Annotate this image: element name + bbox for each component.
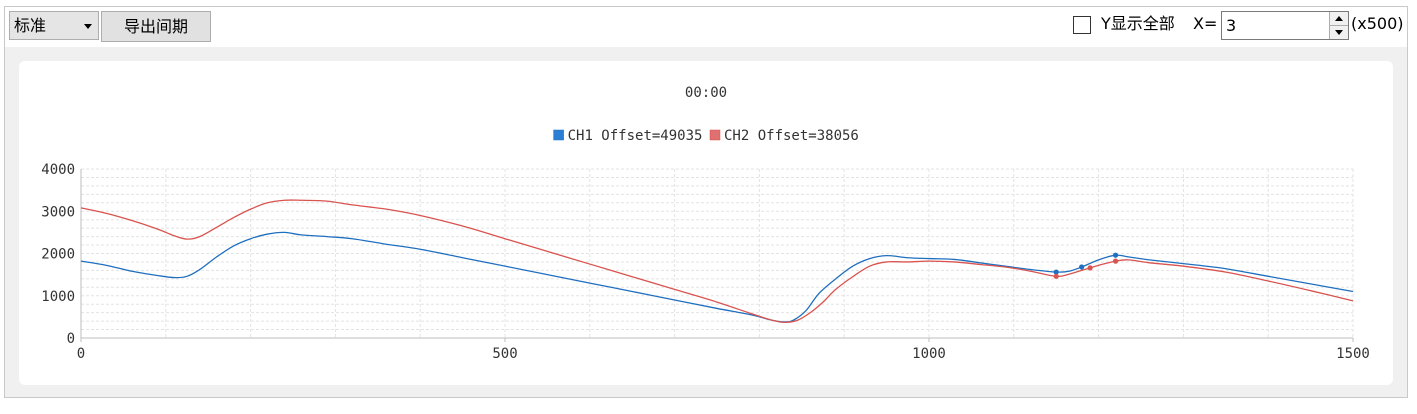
chart-panel: 00:00 CH1 Offset=49035 CH2 Offset=38056 0… [19, 61, 1393, 385]
legend-swatch-ch2 [709, 129, 721, 141]
y-show-all-checkbox[interactable] [1073, 16, 1091, 34]
series-point-ch2 [1053, 273, 1059, 279]
x-tick-label: 1500 [1336, 346, 1370, 362]
legend-label-ch1: CH1 Offset=49035 [568, 128, 703, 144]
line-chart: 00:00 CH1 Offset=49035 CH2 Offset=38056 0… [41, 85, 1370, 362]
chevron-down-icon [84, 24, 92, 29]
series-point-ch2 [1112, 258, 1119, 264]
x-tick-label: 1000 [912, 346, 946, 362]
series-line-ch1 [80, 231, 1354, 323]
toolbar: 标准 导出间期 Y显示全部 X= 3 (x500) [5, 7, 1407, 47]
x-scale-spinbox[interactable]: 3 [1221, 11, 1349, 40]
legend-label-ch2: CH2 Offset=38056 [724, 128, 859, 144]
y-tick-label: 4000 [41, 162, 75, 178]
y-tick-label: 3000 [41, 204, 75, 220]
chart-legend: CH1 Offset=49035 CH2 Offset=38056 [553, 128, 859, 144]
series-point-ch1 [1112, 252, 1119, 258]
mode-select[interactable]: 标准 [9, 11, 99, 40]
x-scale-value: 3 [1226, 16, 1237, 35]
spin-up-button[interactable] [1330, 12, 1348, 26]
mode-select-value: 标准 [14, 16, 47, 35]
chart-title: 00:00 [685, 85, 727, 101]
export-button[interactable]: 导出间期 [101, 11, 211, 42]
series-point-ch2 [1087, 265, 1093, 271]
spin-buttons [1329, 12, 1348, 39]
x-scale-unit: (x500) [1351, 14, 1404, 33]
chart-grid [80, 168, 1354, 339]
legend-swatch-ch1 [553, 129, 564, 141]
y-tick-label: 1000 [41, 289, 75, 305]
spin-down-button[interactable] [1330, 26, 1348, 39]
app-window: 标准 导出间期 Y显示全部 X= 3 (x500) 00:00 CH1 Offs… [4, 6, 1408, 398]
y-tick-label: 0 [67, 331, 75, 347]
y-tick-label: 2000 [41, 247, 75, 263]
y-show-all-label: Y显示全部 [1101, 14, 1175, 33]
series-point-ch1 [1079, 264, 1085, 270]
x-tick-label: 500 [492, 346, 517, 362]
x-tick-label: 0 [77, 346, 85, 362]
x-scale-label: X= [1193, 14, 1218, 33]
